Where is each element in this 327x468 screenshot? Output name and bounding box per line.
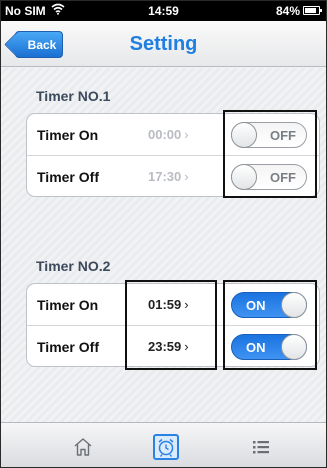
timer-2-on-label: Timer On xyxy=(37,297,99,313)
chevron-right-icon: › xyxy=(184,127,189,142)
toggle-knob xyxy=(231,164,257,190)
tab-bar xyxy=(1,422,326,467)
timer-1-off-label: Timer Off xyxy=(37,169,99,185)
chevron-right-icon: › xyxy=(184,297,189,312)
toggle-knob xyxy=(231,122,257,148)
status-bar: No SIM 14:59 84% xyxy=(1,1,326,21)
timer-1-off-toggle[interactable]: OFF xyxy=(231,164,307,190)
back-button-label: Back xyxy=(27,37,57,52)
timer-1-title: Timer NO.1 xyxy=(36,88,111,104)
toggle-knob xyxy=(281,334,307,360)
timer-1-off-time[interactable]: 17:30 › xyxy=(148,169,189,184)
timer-2-card: Timer On 01:59 › Timer Off 23:59 › ON ON xyxy=(26,283,320,367)
battery-icon xyxy=(303,6,322,15)
timer-1-off-time-value: 17:30 xyxy=(148,169,182,184)
timer-2-off-time-value: 23:59 xyxy=(148,339,182,354)
chevron-right-icon: › xyxy=(184,339,189,354)
row-divider xyxy=(27,325,319,326)
phone-screen: No SIM 14:59 84% Back Setting Timer NO.1… xyxy=(0,0,327,468)
nav-bar: Back Setting xyxy=(1,21,326,67)
row-divider xyxy=(27,155,319,156)
timer-1-on-toggle-label: OFF xyxy=(270,128,296,143)
chevron-right-icon: › xyxy=(184,169,189,184)
timer-2-off-toggle[interactable]: ON xyxy=(231,334,307,360)
battery-percent: 84% xyxy=(275,4,300,18)
alarm-clock-icon[interactable] xyxy=(153,434,179,460)
timer-2-off-toggle-label: ON xyxy=(246,340,266,355)
timer-2-title: Timer NO.2 xyxy=(36,258,111,274)
timer-1-on-toggle[interactable]: OFF xyxy=(231,122,307,148)
timer-2-on-time[interactable]: 01:59 › xyxy=(148,297,189,312)
timer-1-on-label: Timer On xyxy=(37,127,99,143)
list-icon[interactable] xyxy=(248,434,274,460)
timer-2-on-toggle-label: ON xyxy=(246,298,266,313)
timer-2-off-label: Timer Off xyxy=(37,339,99,355)
timer-2-off-time[interactable]: 23:59 › xyxy=(148,339,189,354)
timer-2-on-toggle[interactable]: ON xyxy=(231,292,307,318)
home-icon[interactable] xyxy=(70,434,96,460)
timer-2-on-time-value: 01:59 xyxy=(148,297,182,312)
settings-content: Timer NO.1 Timer On 00:00 › Timer Off 17:… xyxy=(1,68,326,422)
timer-1-card: Timer On 00:00 › Timer Off 17:30 › OFF OFF xyxy=(26,113,320,197)
timer-1-on-time-value: 00:00 xyxy=(148,127,182,142)
toggle-knob xyxy=(281,292,307,318)
timer-1-off-toggle-label: OFF xyxy=(270,170,296,185)
timer-1-on-time[interactable]: 00:00 › xyxy=(148,127,189,142)
